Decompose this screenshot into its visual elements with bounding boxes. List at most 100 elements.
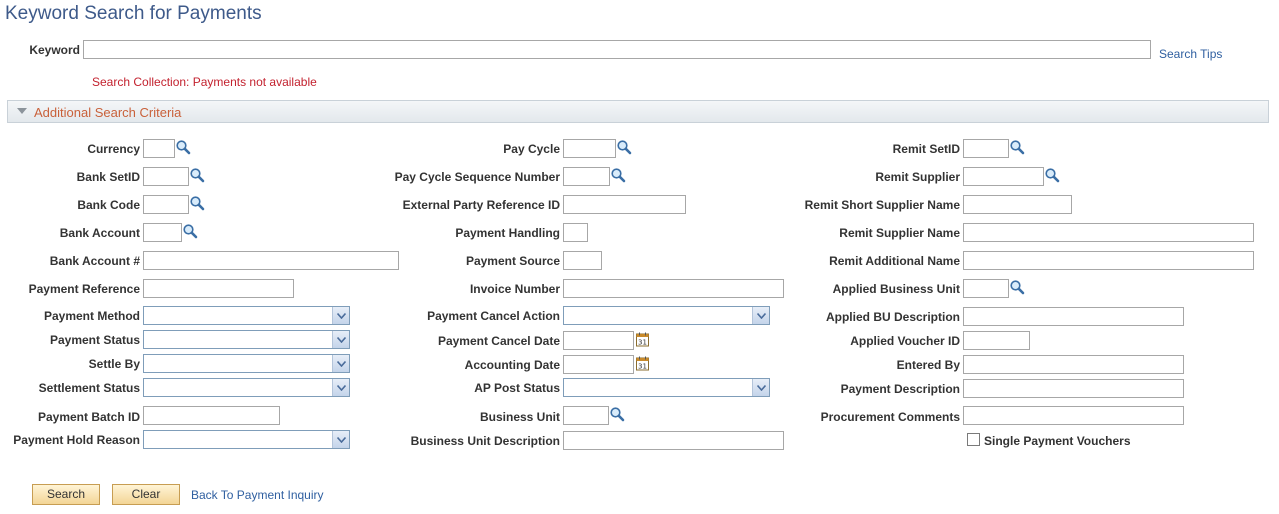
back-to-payment-inquiry-link[interactable]: Back To Payment Inquiry [191, 488, 324, 502]
applied-bu-description-input[interactable] [963, 307, 1184, 326]
accounting-date-label: Accounting Date [464, 358, 560, 372]
external-party-reference-label: External Party Reference ID [402, 198, 560, 212]
single-payment-vouchers-label: Single Payment Vouchers [984, 434, 1131, 448]
remit-supplier-label: Remit Supplier [875, 170, 960, 184]
keyword-label: Keyword [29, 43, 80, 57]
svg-text:31: 31 [638, 363, 647, 371]
bank-account-number-label: Bank Account # [49, 254, 140, 268]
collapse-triangle-icon [17, 108, 27, 114]
bank-setid-label: Bank SetID [76, 170, 140, 184]
payment-cancel-date-input[interactable] [563, 331, 634, 350]
remit-supplier-name-input[interactable] [963, 223, 1254, 242]
currency-input[interactable] [143, 139, 175, 158]
search-lookup-icon[interactable] [182, 223, 198, 239]
search-lookup-icon[interactable] [1044, 167, 1060, 183]
clear-button[interactable]: Clear [112, 484, 180, 505]
business-unit-input[interactable] [563, 406, 609, 425]
payment-cancel-date-label: Payment Cancel Date [437, 334, 560, 348]
applied-business-unit-input[interactable] [963, 279, 1009, 298]
invoice-number-label: Invoice Number [469, 282, 560, 296]
external-party-reference-input[interactable] [563, 195, 686, 214]
settlement-status-label: Settlement Status [38, 381, 140, 395]
pay-cycle-sequence-input[interactable] [563, 167, 610, 186]
keyword-input[interactable] [83, 40, 1151, 59]
applied-voucher-id-input[interactable] [963, 331, 1030, 350]
payment-cancel-action-label: Payment Cancel Action [427, 309, 560, 323]
remit-additional-name-label: Remit Additional Name [829, 254, 960, 268]
payment-reference-input[interactable] [143, 279, 294, 298]
pay-cycle-sequence-label: Pay Cycle Sequence Number [394, 170, 560, 184]
search-collection-message: Search Collection: Payments not availabl… [92, 75, 317, 89]
additional-search-criteria-header[interactable]: Additional Search Criteria [7, 100, 1269, 123]
payment-status-label: Payment Status [49, 333, 140, 347]
dropdown-arrow-icon [332, 307, 349, 324]
bank-account-input[interactable] [143, 223, 182, 242]
remit-setid-label: Remit SetID [892, 142, 960, 156]
dropdown-arrow-icon [752, 307, 769, 324]
search-button[interactable]: Search [32, 484, 100, 505]
search-lookup-icon[interactable] [616, 139, 632, 155]
bank-setid-input[interactable] [143, 167, 189, 186]
payment-source-label: Payment Source [465, 254, 560, 268]
remit-additional-name-input[interactable] [963, 251, 1254, 270]
settlement-status-select[interactable] [143, 378, 350, 397]
search-tips-link[interactable]: Search Tips [1159, 47, 1222, 61]
payment-hold-reason-label: Payment Hold Reason [13, 433, 140, 447]
business-unit-label: Business Unit [479, 410, 560, 424]
remit-short-supplier-name-label: Remit Short Supplier Name [804, 198, 960, 212]
payment-method-label: Payment Method [43, 309, 140, 323]
procurement-comments-input[interactable] [963, 406, 1184, 425]
remit-supplier-input[interactable] [963, 167, 1044, 186]
ap-post-status-label: AP Post Status [474, 381, 560, 395]
page-title: Keyword Search for Payments [5, 3, 262, 24]
search-lookup-icon[interactable] [1009, 139, 1025, 155]
search-lookup-icon[interactable] [175, 139, 191, 155]
entered-by-input[interactable] [963, 355, 1184, 374]
payment-description-label: Payment Description [840, 382, 960, 396]
search-lookup-icon[interactable] [610, 167, 626, 183]
single-payment-vouchers-checkbox[interactable] [967, 433, 980, 446]
entered-by-label: Entered By [896, 358, 960, 372]
settle-by-select[interactable] [143, 354, 350, 373]
bank-code-label: Bank Code [77, 198, 140, 212]
search-lookup-icon[interactable] [1009, 279, 1025, 295]
payment-batch-id-label: Payment Batch ID [37, 410, 140, 424]
payment-handling-label: Payment Handling [455, 226, 560, 240]
remit-setid-input[interactable] [963, 139, 1009, 158]
dropdown-arrow-icon [332, 431, 349, 448]
applied-business-unit-label: Applied Business Unit [832, 282, 960, 296]
bank-account-number-input[interactable] [143, 251, 399, 270]
dropdown-arrow-icon [332, 331, 349, 348]
remit-short-supplier-name-input[interactable] [963, 195, 1072, 214]
payment-batch-id-input[interactable] [143, 406, 280, 425]
business-unit-description-label: Business Unit Description [410, 434, 560, 448]
payment-method-select[interactable] [143, 306, 350, 325]
payment-description-input[interactable] [963, 379, 1184, 398]
pay-cycle-label: Pay Cycle [503, 142, 560, 156]
payment-reference-label: Payment Reference [28, 282, 140, 296]
search-lookup-icon[interactable] [189, 167, 205, 183]
business-unit-description-input[interactable] [563, 431, 784, 450]
payment-status-select[interactable] [143, 330, 350, 349]
bank-account-label: Bank Account [59, 226, 140, 240]
dropdown-arrow-icon [332, 379, 349, 396]
remit-supplier-name-label: Remit Supplier Name [839, 226, 960, 240]
payment-handling-input[interactable] [563, 223, 588, 242]
payment-source-input[interactable] [563, 251, 602, 270]
pay-cycle-input[interactable] [563, 139, 616, 158]
payment-cancel-action-select[interactable] [563, 306, 770, 325]
currency-label: Currency [87, 142, 140, 156]
search-lookup-icon[interactable] [189, 195, 205, 211]
payment-hold-reason-select[interactable] [143, 430, 350, 449]
invoice-number-input[interactable] [563, 279, 784, 298]
calendar-icon[interactable]: 31 [636, 332, 650, 347]
dropdown-arrow-icon [752, 379, 769, 396]
calendar-icon[interactable]: 31 [636, 356, 650, 371]
search-lookup-icon[interactable] [609, 406, 625, 422]
accounting-date-input[interactable] [563, 355, 634, 374]
applied-bu-description-label: Applied BU Description [825, 310, 960, 324]
bank-code-input[interactable] [143, 195, 189, 214]
ap-post-status-select[interactable] [563, 378, 770, 397]
additional-search-criteria-label: Additional Search Criteria [34, 105, 182, 120]
applied-voucher-id-label: Applied Voucher ID [850, 334, 960, 348]
